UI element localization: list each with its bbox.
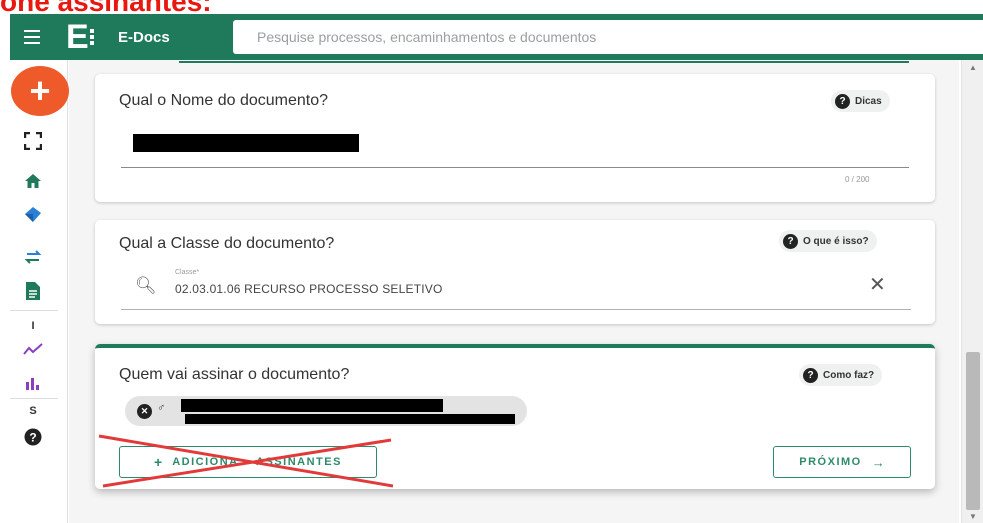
next-label: PRÓXIMO [799,456,862,468]
tips-help-chip[interactable]: ? Dicas [831,90,890,112]
sidebar-divider [10,398,58,399]
arrow-right-icon: → [871,454,885,470]
transfer-icon[interactable] [22,246,44,268]
document-name-input-underline [121,167,909,168]
main-content: Qual o Nome do documento? ? Dicas 0 / 20… [69,60,959,523]
scroll-thumb[interactable] [966,352,980,510]
document-name-card: Qual o Nome do documento? ? Dicas 0 / 20… [95,74,935,202]
tips-label: Dicas [855,95,882,107]
help-icon[interactable]: ? [22,426,44,448]
svg-text:?: ? [29,431,36,445]
help-icon: ? [803,367,818,383]
previous-card-edge [179,60,909,63]
document-name-input-redacted[interactable] [133,134,359,152]
how-to-label: Como faz? [823,369,875,381]
search-icon: 🔍︎ [135,276,157,295]
what-is-this-help-chip[interactable]: ? O que é isso? [779,230,877,252]
help-icon: ? [783,233,798,249]
logo-letter: E [66,18,89,56]
screenshot-root: one assinantes: E E-Docs Pesquise proces… [0,0,983,523]
menu-icon[interactable] [10,14,54,60]
add-signers-label: ADICIONA ASSINANTES [172,456,342,468]
trend-icon[interactable] [22,338,44,360]
create-fab-plus-icon[interactable]: + [11,66,69,116]
document-class-heading: Qual a Classe do documento? [119,235,335,252]
signers-card: Quem vai assinar o documento? ? Como faz… [95,344,935,489]
document-name-char-counter: 0 / 200 [845,175,870,184]
help-icon: ? [835,93,850,109]
what-is-this-label: O que é isso? [803,235,869,247]
box-icon[interactable] [22,203,44,225]
top-bar: E E-Docs Pesquise processos, encaminhame… [10,14,983,60]
document-class-card: Qual a Classe do documento? ? O que é is… [95,220,935,324]
signers-heading: Quem vai assinar o documento? [119,366,350,383]
search-placeholder: Pesquise processos, encaminhamentos e do… [257,29,597,45]
person-icon: ♂ [157,402,166,414]
add-signers-button[interactable]: + ADICIONA ASSINANTES [119,446,377,478]
logo-docs-mark [89,28,94,46]
clear-class-icon[interactable]: ✕ [869,272,886,297]
global-search-input[interactable]: Pesquise processos, encaminhamentos e do… [233,20,983,54]
class-field-underline [121,309,911,310]
signer-chip: ✕ ♂ [125,396,527,426]
home-icon[interactable] [22,170,44,192]
app-logo[interactable]: E [66,20,102,54]
scroll-up-icon[interactable]: ▲ [969,63,977,72]
signer-name-redacted [181,399,443,412]
fullscreen-icon[interactable] [22,130,44,152]
sidebar-section-i: I [31,320,35,332]
main-scrollbar[interactable]: ▲ ▼ [961,60,983,523]
document-class-select[interactable]: 🔍︎ Classe* 02.03.01.06 RECURSO PROCESSO … [121,262,911,310]
document-name-heading: Qual o Nome do documento? [119,92,329,109]
bar-chart-icon[interactable] [22,372,44,394]
next-button[interactable]: PRÓXIMO → [773,446,911,478]
document-icon[interactable] [22,280,44,302]
scroll-down-icon[interactable]: ▼ [969,512,977,521]
sidebar: + I S ? [0,60,69,523]
remove-signer-icon[interactable]: ✕ [137,404,152,419]
app-name: E-Docs [118,28,170,46]
class-field-label: Classe* [175,269,200,276]
sidebar-section-s: S [29,405,37,417]
signer-role-redacted [185,414,515,424]
how-to-help-chip[interactable]: ? Como faz? [799,364,883,386]
sidebar-divider [10,310,58,311]
plus-icon: + [154,454,163,470]
class-field-value: 02.03.01.06 RECURSO PROCESSO SELETIVO [175,282,443,296]
